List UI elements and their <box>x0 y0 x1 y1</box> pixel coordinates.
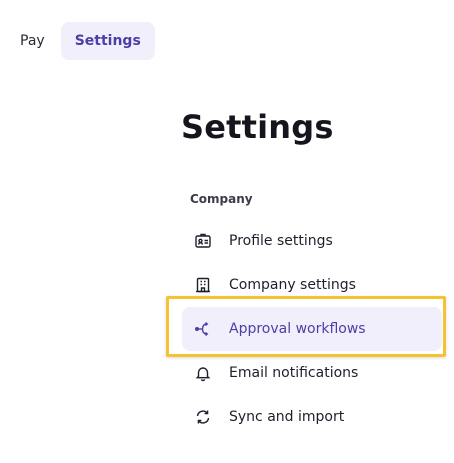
menu-item-label: Profile settings <box>229 233 333 249</box>
menu-item-email-notifications[interactable]: Email notifications <box>182 351 442 395</box>
top-navigation: Pay Settings <box>6 22 155 60</box>
settings-menu: Profile settings Company settings Approv… <box>182 219 442 439</box>
building-icon <box>194 276 212 294</box>
section-label-company: Company <box>190 192 253 206</box>
tab-pay[interactable]: Pay <box>6 22 59 60</box>
sync-icon <box>194 408 212 426</box>
menu-item-profile-settings[interactable]: Profile settings <box>182 219 442 263</box>
menu-item-label: Email notifications <box>229 365 359 381</box>
menu-item-approval-workflows[interactable]: Approval workflows <box>182 307 442 351</box>
menu-item-sync-and-import[interactable]: Sync and import <box>182 395 442 439</box>
page-title: Settings <box>181 108 334 146</box>
id-card-icon <box>194 232 212 250</box>
bell-icon <box>194 364 212 382</box>
menu-item-label: Sync and import <box>229 409 345 425</box>
menu-item-company-settings[interactable]: Company settings <box>182 263 442 307</box>
workflow-branch-icon <box>194 320 212 338</box>
menu-item-label: Approval workflows <box>229 321 366 337</box>
tab-settings[interactable]: Settings <box>60 22 155 60</box>
menu-item-label: Company settings <box>229 277 356 293</box>
